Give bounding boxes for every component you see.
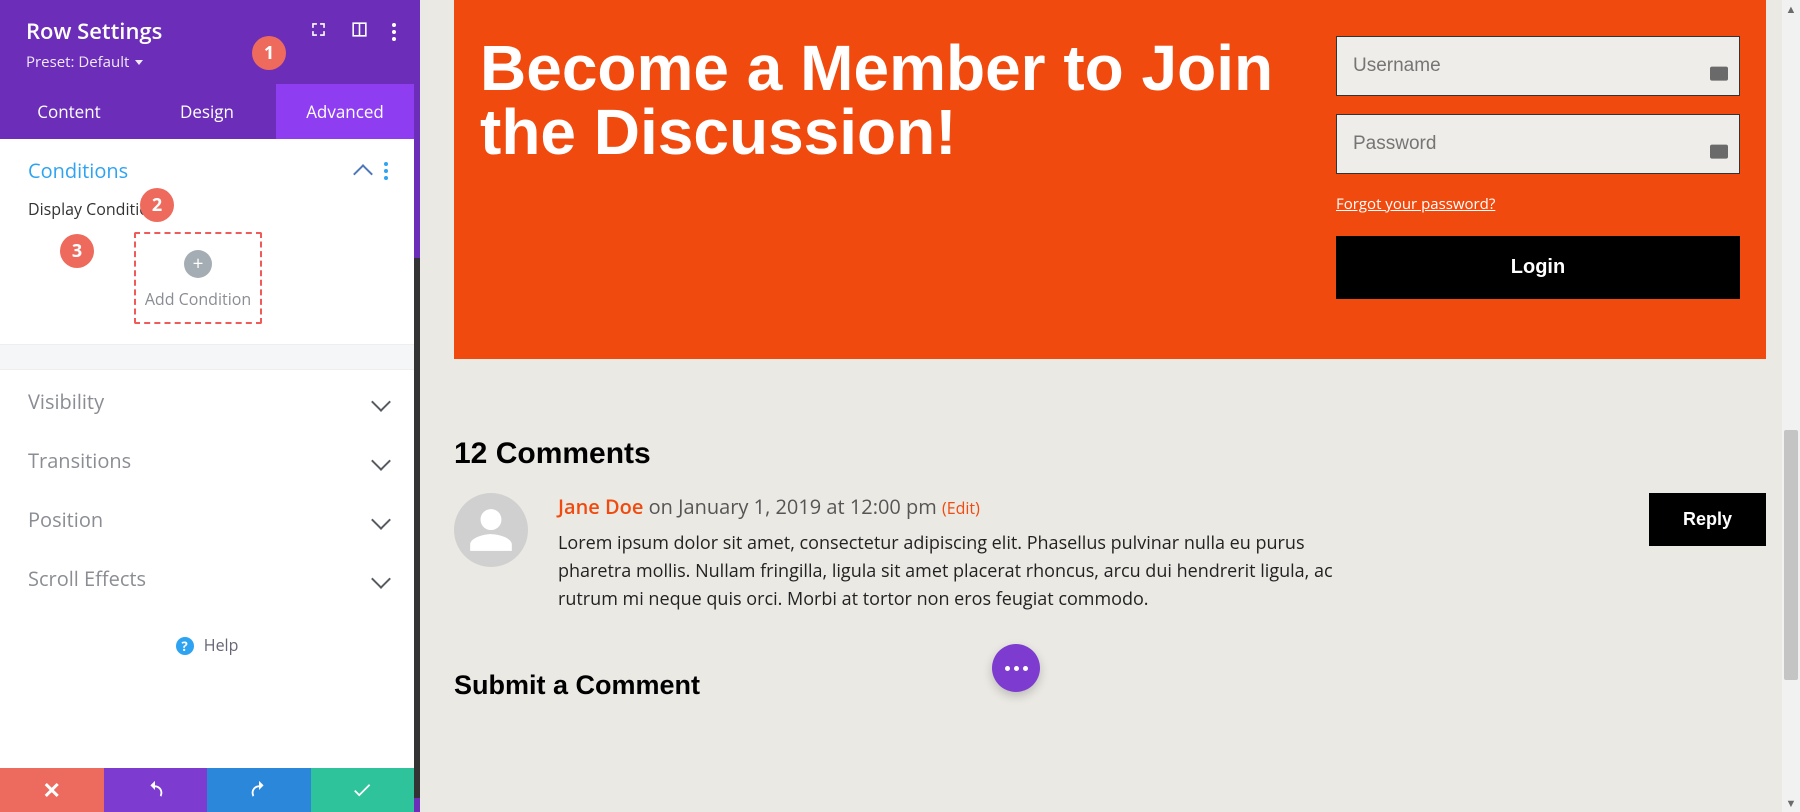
tab-design[interactable]: Design xyxy=(138,84,276,139)
add-condition-button[interactable]: + xyxy=(184,250,212,278)
chevron-down-icon xyxy=(371,392,391,412)
comments-heading: 12 Comments xyxy=(454,437,1766,471)
add-condition-box: + Add Condition xyxy=(134,232,262,324)
password-input[interactable] xyxy=(1336,114,1740,174)
preset-dropdown[interactable]: Preset: Default xyxy=(26,52,390,72)
more-options-icon[interactable] xyxy=(391,23,396,41)
avatar xyxy=(454,493,528,567)
submit-comment-heading: Submit a Comment xyxy=(454,670,1766,701)
sidebar-body: Conditions Display Conditions + Add Cond… xyxy=(0,139,414,768)
add-condition-label: Add Condition xyxy=(144,288,252,310)
cta-block: Become a Member to Join the Discussion! … xyxy=(454,0,1766,359)
tab-content[interactable]: Content xyxy=(0,84,138,139)
help-icon: ? xyxy=(176,637,194,655)
display-conditions-label: Display Conditions xyxy=(28,198,386,220)
chevron-down-icon xyxy=(371,510,391,530)
annotation-badge-3: 3 xyxy=(60,234,94,268)
forgot-password-link[interactable]: Forgot your password? xyxy=(1336,194,1495,214)
section-conditions-head[interactable]: Conditions xyxy=(0,139,414,198)
scroll-up-icon[interactable]: ▲ xyxy=(1782,0,1800,18)
help-row[interactable]: ? Help xyxy=(0,606,414,666)
builder-fab[interactable] xyxy=(992,644,1040,692)
section-transitions-title: Transitions xyxy=(28,447,131,474)
cta-title: Become a Member to Join the Discussion! xyxy=(480,36,1316,164)
keyboard-icon xyxy=(1710,67,1728,81)
chevron-up-icon xyxy=(353,164,373,184)
login-form: Forgot your password? Login xyxy=(1336,36,1740,299)
layout-icon[interactable] xyxy=(350,20,369,44)
scroll-down-icon[interactable]: ▼ xyxy=(1782,794,1800,812)
settings-sidebar: Row Settings Preset: Default 1 Content D… xyxy=(0,0,414,812)
section-conditions: Conditions Display Conditions + Add Cond… xyxy=(0,139,414,344)
chevron-down-icon xyxy=(371,451,391,471)
cancel-button[interactable]: ✕ xyxy=(0,768,104,812)
save-button[interactable] xyxy=(311,768,415,812)
comment-author[interactable]: Jane Doe xyxy=(558,493,643,520)
reply-button[interactable]: Reply xyxy=(1649,493,1766,546)
expand-icon[interactable] xyxy=(309,20,328,44)
redo-button[interactable] xyxy=(207,768,311,812)
comment-edit-link[interactable]: (Edit) xyxy=(942,497,980,519)
section-position-title: Position xyxy=(28,506,103,533)
section-divider xyxy=(0,344,414,370)
comment-meta: Jane Doe on January 1, 2019 at 12:00 pm … xyxy=(558,493,1766,520)
section-visibility-title: Visibility xyxy=(28,388,104,415)
comment-date: on January 1, 2019 at 12:00 pm xyxy=(649,493,942,520)
comment-text: Lorem ipsum dolor sit amet, consectetur … xyxy=(558,530,1378,614)
chevron-down-icon xyxy=(371,569,391,589)
section-scroll-effects[interactable]: Scroll Effects xyxy=(0,547,414,606)
section-transitions[interactable]: Transitions xyxy=(0,429,414,488)
sidebar-footer: ✕ xyxy=(0,768,414,812)
comments-block: 12 Comments Jane Doe on January 1, 2019 … xyxy=(454,359,1766,701)
section-position[interactable]: Position xyxy=(0,488,414,547)
section-scroll-effects-title: Scroll Effects xyxy=(28,565,146,592)
sidebar-tabs: Content Design Advanced xyxy=(0,84,414,139)
undo-button[interactable] xyxy=(104,768,208,812)
section-conditions-title: Conditions xyxy=(28,157,128,184)
help-label: Help xyxy=(204,634,239,656)
preview-pane: Become a Member to Join the Discussion! … xyxy=(420,0,1800,812)
sidebar-header: Row Settings Preset: Default 1 xyxy=(0,0,414,84)
section-more-icon[interactable] xyxy=(384,162,388,180)
username-input[interactable] xyxy=(1336,36,1740,96)
comment-item: Jane Doe on January 1, 2019 at 12:00 pm … xyxy=(454,493,1766,614)
keyboard-icon xyxy=(1710,145,1728,159)
login-button[interactable]: Login xyxy=(1336,236,1740,299)
preview-scrollbar[interactable]: ▲ ▼ xyxy=(1782,0,1800,812)
section-visibility[interactable]: Visibility xyxy=(0,370,414,429)
tab-advanced[interactable]: Advanced xyxy=(276,84,414,139)
scrollbar-thumb[interactable] xyxy=(1784,430,1798,680)
